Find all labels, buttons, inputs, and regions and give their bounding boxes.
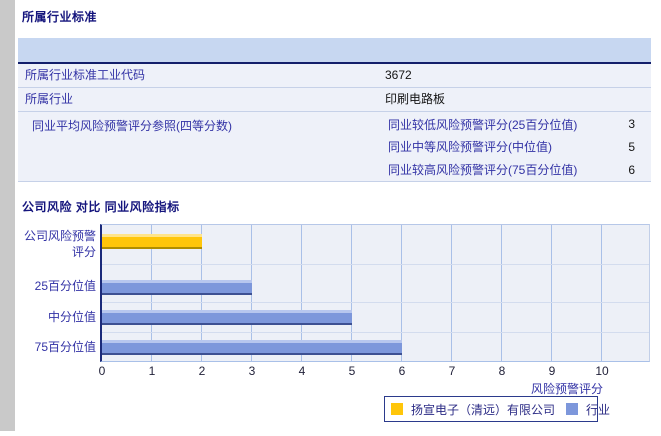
subrow: 同业较低风险预警评分(25百分位值) 3 (385, 113, 651, 135)
row-label: 同业平均风险预警评分参照(四等分数) (32, 119, 232, 133)
x-tick-label: 2 (198, 364, 206, 378)
industry-standard-table: 所属行业标准工业代码 3672 所属行业 印刷电路板 同业平均风险预警评分参照(… (18, 38, 651, 182)
legend-label-industry: 行业 (586, 402, 611, 417)
quartile-subrows: 同业较低风险预警评分(25百分位值) 3 同业中等风险预警评分(中位值) 5 同… (385, 113, 651, 181)
x-tick-label: 5 (348, 364, 356, 378)
band-separator (102, 264, 649, 265)
legend-label-company: 扬宣电子（清远）有限公司 (411, 402, 556, 417)
row-label: 所属行业标准工业代码 (25, 68, 146, 82)
subrow: 同业中等风险预警评分(中位值) 5 (385, 136, 651, 158)
chart-legend: 扬宣电子（清远）有限公司 行业 (384, 396, 610, 422)
x-tick-label: 10 (595, 364, 609, 378)
x-tick-label: 8 (498, 364, 506, 378)
band-separator (102, 302, 649, 303)
bar-industry-p25 (102, 280, 252, 295)
x-tick-label: 0 (98, 364, 106, 378)
row-value: 印刷电路板 (385, 92, 446, 106)
category-label-p75: 75百分位值 (34, 340, 96, 354)
bar-industry-p75 (102, 340, 402, 355)
x-axis-ticks: 0 1 2 3 4 5 6 7 8 9 10 (98, 364, 651, 378)
x-tick-label: 6 (398, 364, 406, 378)
row-value: 3672 (385, 68, 412, 82)
x-tick-label: 7 (448, 364, 456, 378)
industry-standard-section-title: 所属行业标准 (22, 10, 98, 24)
subrow-value: 5 (628, 139, 635, 154)
company-series-swatch-icon (391, 403, 403, 415)
subrow-label: 同业中等风险预警评分(中位值) (388, 140, 552, 155)
table-header-band (18, 38, 651, 64)
x-tick-label: 9 (548, 364, 556, 378)
x-tick-label: 1 (148, 364, 156, 378)
table-row: 同业平均风险预警评分参照(四等分数) 同业较低风险预警评分(25百分位值) 3 … (18, 112, 651, 182)
window-left-gutter (0, 0, 15, 431)
category-label-p25: 25百分位值 (34, 279, 96, 293)
row-label: 所属行业 (25, 92, 74, 106)
bar-chart-plot-area (100, 224, 650, 362)
x-tick-label: 4 (298, 364, 306, 378)
subrow-label: 同业较低风险预警评分(25百分位值) (388, 117, 578, 132)
table-row: 所属行业 印刷电路板 (18, 88, 651, 112)
subrow: 同业较高风险预警评分(75百分位值) 6 (385, 159, 651, 181)
bar-company-score (102, 234, 202, 249)
category-label-median: 中分位值 (47, 310, 96, 324)
table-row: 所属行业标准工业代码 3672 (18, 64, 651, 88)
x-tick-label: 3 (248, 364, 256, 378)
band-separator (102, 332, 649, 333)
subrow-value: 6 (628, 162, 635, 177)
category-label-company-score: 公司风险预警评分 (23, 229, 96, 259)
bar-industry-median (102, 310, 352, 325)
risk-comparison-section-title: 公司风险 对比 同业风险指标 (22, 200, 180, 214)
industry-series-swatch-icon (566, 403, 579, 415)
subrow-label: 同业较高风险预警评分(75百分位值) (388, 163, 578, 178)
x-axis-title: 风险预警评分 (530, 382, 603, 396)
subrow-value: 3 (628, 117, 635, 132)
